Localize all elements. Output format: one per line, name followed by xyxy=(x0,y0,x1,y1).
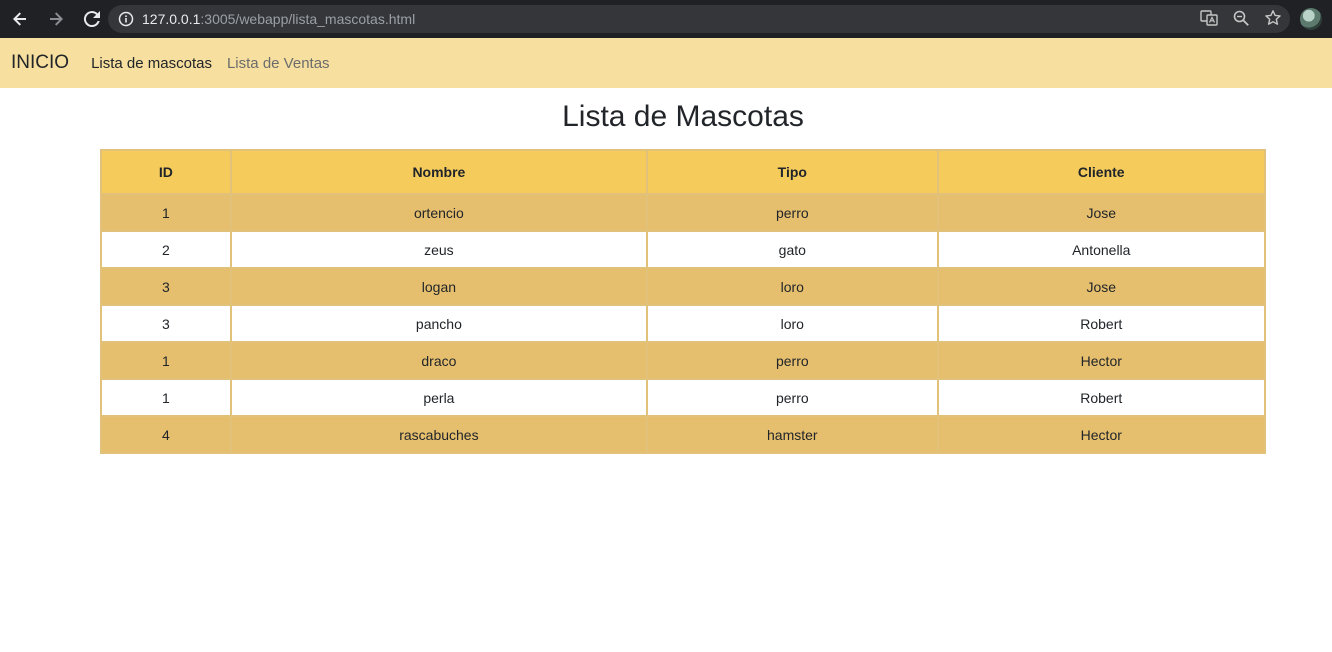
cell-nombre: pancho xyxy=(229,304,649,343)
header-nombre: Nombre xyxy=(229,149,649,195)
url-host: 127.0.0.1 xyxy=(142,11,201,27)
cell-cliente: Robert xyxy=(936,378,1267,417)
cell-cliente: Antonella xyxy=(936,230,1267,269)
zoom-icon[interactable] xyxy=(1232,9,1250,27)
cell-nombre: perla xyxy=(229,378,649,417)
reload-button[interactable] xyxy=(76,3,108,35)
cell-id: 4 xyxy=(100,415,232,454)
page-title: Lista de Mascotas xyxy=(562,100,804,133)
translate-icon[interactable] xyxy=(1200,9,1218,27)
cell-cliente: Hector xyxy=(936,341,1267,380)
table-row: 1 ortencio perro Jose xyxy=(100,193,1267,232)
back-arrow-icon xyxy=(13,12,26,26)
reload-icon xyxy=(83,11,100,28)
cell-cliente: Robert xyxy=(936,304,1267,343)
cell-tipo: perro xyxy=(646,341,939,380)
star-icon[interactable] xyxy=(1264,9,1282,27)
table-row: 1 draco perro Hector xyxy=(100,341,1267,380)
cell-id: 1 xyxy=(100,378,232,417)
cell-tipo: perro xyxy=(646,193,939,232)
url-text[interactable]: 127.0.0.1:3005/webapp/lista_mascotas.htm… xyxy=(142,11,415,27)
mascotas-table: ID Nombre Tipo Cliente 1 ortencio perro … xyxy=(100,149,1267,454)
cell-nombre: logan xyxy=(229,267,649,306)
cell-cliente: Hector xyxy=(936,415,1267,454)
cell-id: 1 xyxy=(100,193,232,232)
cell-tipo: hamster xyxy=(646,415,939,454)
cell-nombre: draco xyxy=(229,341,649,380)
table-row: 2 zeus gato Antonella xyxy=(100,230,1267,269)
cell-id: 1 xyxy=(100,341,232,380)
info-icon[interactable] xyxy=(118,11,134,27)
back-button[interactable] xyxy=(4,3,36,35)
cell-tipo: gato xyxy=(646,230,939,269)
cell-id: 3 xyxy=(100,304,232,343)
url-path: :3005/webapp/lista_mascotas.html xyxy=(200,11,416,27)
table-row: 1 perla perro Robert xyxy=(100,378,1267,417)
nav-link-lista-ventas[interactable]: Lista de Ventas xyxy=(227,55,330,72)
cell-tipo: loro xyxy=(646,304,939,343)
cell-id: 2 xyxy=(100,230,232,269)
brand-link[interactable]: INICIO xyxy=(11,52,69,74)
cell-tipo: loro xyxy=(646,267,939,306)
cell-tipo: perro xyxy=(646,378,939,417)
table-row: 3 logan loro Jose xyxy=(100,267,1267,306)
forward-button[interactable] xyxy=(40,3,72,35)
table-row: 4 rascabuches hamster Hector xyxy=(100,415,1267,454)
table-row: 3 pancho loro Robert xyxy=(100,304,1267,343)
header-id: ID xyxy=(100,149,232,195)
address-bar[interactable]: 127.0.0.1:3005/webapp/lista_mascotas.htm… xyxy=(108,5,1290,33)
cell-id: 3 xyxy=(100,267,232,306)
header-cliente: Cliente xyxy=(936,149,1267,195)
forward-arrow-icon xyxy=(50,12,63,26)
browser-toolbar: 127.0.0.1:3005/webapp/lista_mascotas.htm… xyxy=(0,0,1332,38)
cell-nombre: zeus xyxy=(229,230,649,269)
nav-link-lista-mascotas[interactable]: Lista de mascotas xyxy=(91,55,212,72)
table-header-row: ID Nombre Tipo Cliente xyxy=(100,149,1267,195)
site-navbar: INICIO Lista de mascotas Lista de Ventas xyxy=(0,38,1332,88)
profile-avatar[interactable] xyxy=(1300,8,1322,30)
cell-cliente: Jose xyxy=(936,267,1267,306)
cell-cliente: Jose xyxy=(936,193,1267,232)
cell-nombre: rascabuches xyxy=(229,415,649,454)
cell-nombre: ortencio xyxy=(229,193,649,232)
header-tipo: Tipo xyxy=(646,149,939,195)
